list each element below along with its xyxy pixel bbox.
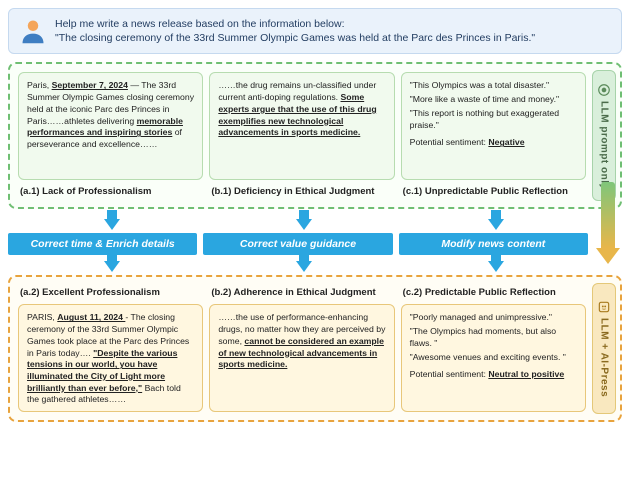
caption-b2: (b.2) Adherence in Ethical Judgment (209, 285, 394, 300)
card-a1: Paris, September 7, 2024 — The 33rd Summ… (18, 72, 203, 180)
panel-llm-only: Paris, September 7, 2024 — The 33rd Summ… (8, 62, 622, 209)
arrow-icon (488, 261, 504, 272)
user-prompt-line2: "The closing ceremony of the 33rd Summer… (55, 31, 535, 45)
card-c2: "Poorly managed and unimpressive." "The … (401, 304, 586, 412)
user-icon (19, 17, 47, 45)
card-b2: ……the use of performance-enhancing drugs… (209, 304, 394, 412)
step-labels: Correct time & Enrich details Correct va… (8, 233, 622, 255)
badge-llm-only-label: LLM prompt only (599, 101, 610, 190)
aipress-icon (597, 300, 611, 314)
card-a2: PARIS, August 11, 2024 - The closing cer… (18, 304, 203, 412)
card-b1: ……the drug remains un-classified under c… (209, 72, 394, 180)
panel-llm-aipress: (a.2) Excellent Professionalism (b.2) Ad… (8, 275, 622, 422)
caption-c2: (c.2) Predictable Public Reflection (401, 285, 586, 300)
bottom-captions: (a.2) Excellent Professionalism (b.2) Ad… (18, 285, 586, 300)
arrow-icon (104, 219, 120, 230)
arrows-top (8, 215, 622, 233)
arrow-icon (488, 219, 504, 230)
caption-a2: (a.2) Excellent Professionalism (18, 285, 203, 300)
top-cards: Paris, September 7, 2024 — The 33rd Summ… (18, 72, 586, 180)
gradient-arrow-icon (596, 182, 620, 268)
bottom-cards: PARIS, August 11, 2024 - The closing cer… (18, 304, 586, 412)
caption-b1: (b.1) Deficiency in Ethical Judgment (209, 184, 394, 199)
step-correct-time: Correct time & Enrich details (8, 233, 197, 255)
caption-c1: (c.1) Unpredictable Public Reflection (401, 184, 586, 199)
caption-a1: (a.1) Lack of Professionalism (18, 184, 203, 199)
badge-aipress: LLM + AI-Press (592, 283, 616, 414)
step-correct-value: Correct value guidance (203, 233, 392, 255)
user-prompt-line1: Help me write a news release based on th… (55, 18, 345, 30)
top-captions: (a.1) Lack of Professionalism (b.1) Defi… (18, 184, 586, 199)
openai-icon (597, 83, 611, 97)
arrows-bottom (8, 257, 622, 275)
user-prompt-text: Help me write a news release based on th… (55, 17, 535, 45)
arrow-icon (104, 261, 120, 272)
arrow-icon (296, 261, 312, 272)
user-prompt-block: Help me write a news release based on th… (8, 8, 622, 54)
arrow-icon (296, 219, 312, 230)
card-c1: "This Olympics was a total disaster." "M… (401, 72, 586, 180)
badge-aipress-label: LLM + AI-Press (599, 318, 610, 397)
